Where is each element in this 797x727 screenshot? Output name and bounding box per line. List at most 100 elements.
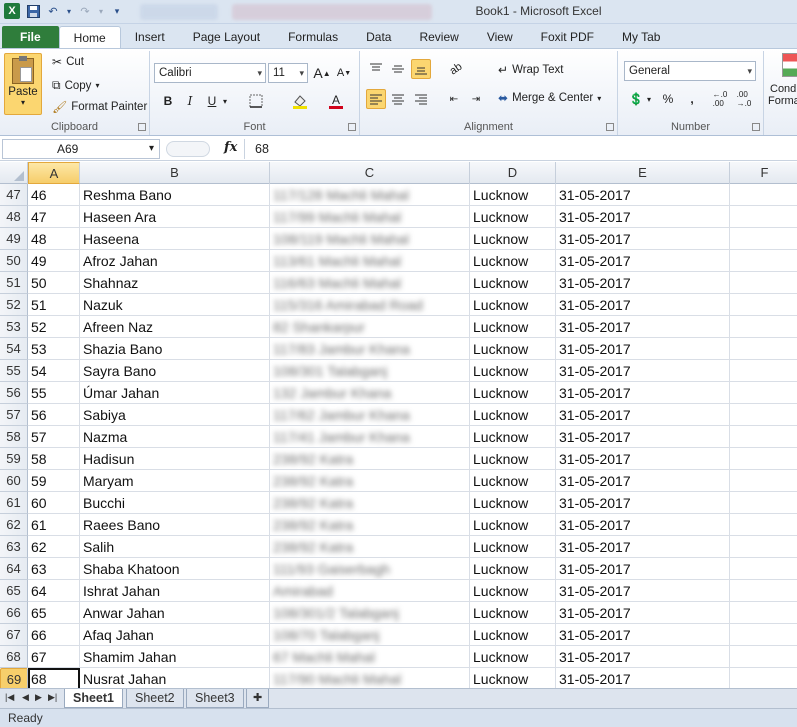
cell-b[interactable]: Nusrat Jahan <box>80 668 270 688</box>
column-header-b[interactable]: B <box>80 162 270 184</box>
increase-indent-icon[interactable]: ⇥ <box>466 89 486 109</box>
cell-e[interactable]: 31-05-2017 <box>556 206 730 228</box>
cell-f[interactable] <box>730 206 797 228</box>
row-header[interactable]: 63 <box>0 536 28 558</box>
cell-c[interactable]: 115/316 Amirabad Road <box>270 294 470 316</box>
tab-file[interactable]: File <box>2 26 59 48</box>
align-top-icon[interactable] <box>366 59 386 79</box>
align-left-icon[interactable] <box>366 89 386 109</box>
cell-b[interactable]: Shaba Khatoon <box>80 558 270 580</box>
column-header-e[interactable]: E <box>556 162 730 184</box>
copy-button[interactable]: ⧉ Copy ▾ <box>52 78 99 93</box>
cell-a[interactable]: 55 <box>28 382 80 404</box>
cell-e[interactable]: 31-05-2017 <box>556 470 730 492</box>
cell-e[interactable]: 31-05-2017 <box>556 272 730 294</box>
cell-a[interactable]: 60 <box>28 492 80 514</box>
cell-b[interactable]: Haseena <box>80 228 270 250</box>
cell-d[interactable]: Lucknow <box>470 470 556 492</box>
cell-e[interactable]: 31-05-2017 <box>556 602 730 624</box>
cell-b[interactable]: Haseen Ara <box>80 206 270 228</box>
cell-f[interactable] <box>730 250 797 272</box>
cell-c[interactable]: 108/301/2 Talabganj <box>270 602 470 624</box>
formula-input[interactable]: 68 <box>244 139 795 159</box>
cell-b[interactable]: Afaq Jahan <box>80 624 270 646</box>
increase-decimal-icon[interactable]: ←.0.00 <box>710 89 730 109</box>
cell-d[interactable]: Lucknow <box>470 514 556 536</box>
cell-f[interactable] <box>730 492 797 514</box>
cell-e[interactable]: 31-05-2017 <box>556 382 730 404</box>
cell-c[interactable]: 238/92 Katra <box>270 492 470 514</box>
tab-formulas[interactable]: Formulas <box>274 26 352 48</box>
row-header[interactable]: 53 <box>0 316 28 338</box>
tab-page-layout[interactable]: Page Layout <box>179 26 274 48</box>
cell-d[interactable]: Lucknow <box>470 316 556 338</box>
insert-sheet-icon[interactable]: ✚ <box>246 689 270 708</box>
cell-f[interactable] <box>730 382 797 404</box>
row-header[interactable]: 69 <box>0 668 28 688</box>
cell-e[interactable]: 31-05-2017 <box>556 228 730 250</box>
row-header[interactable]: 48 <box>0 206 28 228</box>
cell-f[interactable] <box>730 360 797 382</box>
cell-e[interactable]: 31-05-2017 <box>556 316 730 338</box>
cell-b[interactable]: Hadisun <box>80 448 270 470</box>
row-header[interactable]: 60 <box>0 470 28 492</box>
cell-a[interactable]: 66 <box>28 624 80 646</box>
cell-d[interactable]: Lucknow <box>470 646 556 668</box>
row-header[interactable]: 51 <box>0 272 28 294</box>
column-header-a[interactable]: A <box>28 162 80 184</box>
cell-c[interactable]: 238/92 Katra <box>270 448 470 470</box>
cell-d[interactable]: Lucknow <box>470 294 556 316</box>
sheet-tab-sheet2[interactable]: Sheet2 <box>126 689 184 708</box>
cell-c[interactable]: 108/70 Talabganj <box>270 624 470 646</box>
cell-d[interactable]: Lucknow <box>470 602 556 624</box>
select-all-corner[interactable] <box>0 162 28 184</box>
fill-color-icon[interactable] <box>290 91 310 111</box>
cell-e[interactable]: 31-05-2017 <box>556 338 730 360</box>
cell-c[interactable]: 108/301 Talabganj <box>270 360 470 382</box>
row-header[interactable]: 50 <box>0 250 28 272</box>
cell-e[interactable]: 31-05-2017 <box>556 668 730 688</box>
cell-b[interactable]: Salih <box>80 536 270 558</box>
cell-b[interactable]: Sabiya <box>80 404 270 426</box>
cell-b[interactable]: Nazma <box>80 426 270 448</box>
cell-c[interactable]: 111/93 Gaiserbagh <box>270 558 470 580</box>
cell-a[interactable]: 52 <box>28 316 80 338</box>
cell-b[interactable]: Nazuk <box>80 294 270 316</box>
tab-foxit-pdf[interactable]: Foxit PDF <box>527 26 608 48</box>
cell-b[interactable]: Raees Bano <box>80 514 270 536</box>
name-box[interactable]: A69 <box>2 139 160 159</box>
row-header[interactable]: 64 <box>0 558 28 580</box>
cell-a[interactable]: 53 <box>28 338 80 360</box>
cell-c[interactable]: 117/62 Jambur Khana <box>270 404 470 426</box>
row-header[interactable]: 66 <box>0 602 28 624</box>
row-header[interactable]: 65 <box>0 580 28 602</box>
cell-f[interactable] <box>730 668 797 688</box>
row-header[interactable]: 47 <box>0 184 28 206</box>
tab-home[interactable]: Home <box>58 26 121 48</box>
format-painter-button[interactable]: 🖌 Format Painter <box>52 100 147 114</box>
cell-c[interactable]: 113/61 Machli Mahal <box>270 250 470 272</box>
cell-c[interactable]: 117/99 Machli Mahal <box>270 206 470 228</box>
cell-d[interactable]: Lucknow <box>470 206 556 228</box>
row-header[interactable]: 56 <box>0 382 28 404</box>
underline-icon[interactable]: U <box>202 91 222 111</box>
cell-f[interactable] <box>730 404 797 426</box>
cell-e[interactable]: 31-05-2017 <box>556 580 730 602</box>
cell-d[interactable]: Lucknow <box>470 426 556 448</box>
cell-f[interactable] <box>730 294 797 316</box>
cell-a[interactable]: 57 <box>28 426 80 448</box>
tab-my-tab[interactable]: My Tab <box>608 26 674 48</box>
cell-a[interactable]: 58 <box>28 448 80 470</box>
conditional-formatting-button[interactable]: Cond Forma <box>766 53 797 119</box>
cell-f[interactable] <box>730 514 797 536</box>
cell-a[interactable]: 62 <box>28 536 80 558</box>
cell-c[interactable]: 116/63 Machli Mahal <box>270 272 470 294</box>
cell-d[interactable]: Lucknow <box>470 338 556 360</box>
row-header[interactable]: 61 <box>0 492 28 514</box>
row-header[interactable]: 54 <box>0 338 28 360</box>
cell-a[interactable]: 56 <box>28 404 80 426</box>
alignment-launcher-icon[interactable] <box>606 123 614 131</box>
number-format-select[interactable]: General <box>624 61 756 81</box>
cell-d[interactable]: Lucknow <box>470 250 556 272</box>
cell-e[interactable]: 31-05-2017 <box>556 536 730 558</box>
